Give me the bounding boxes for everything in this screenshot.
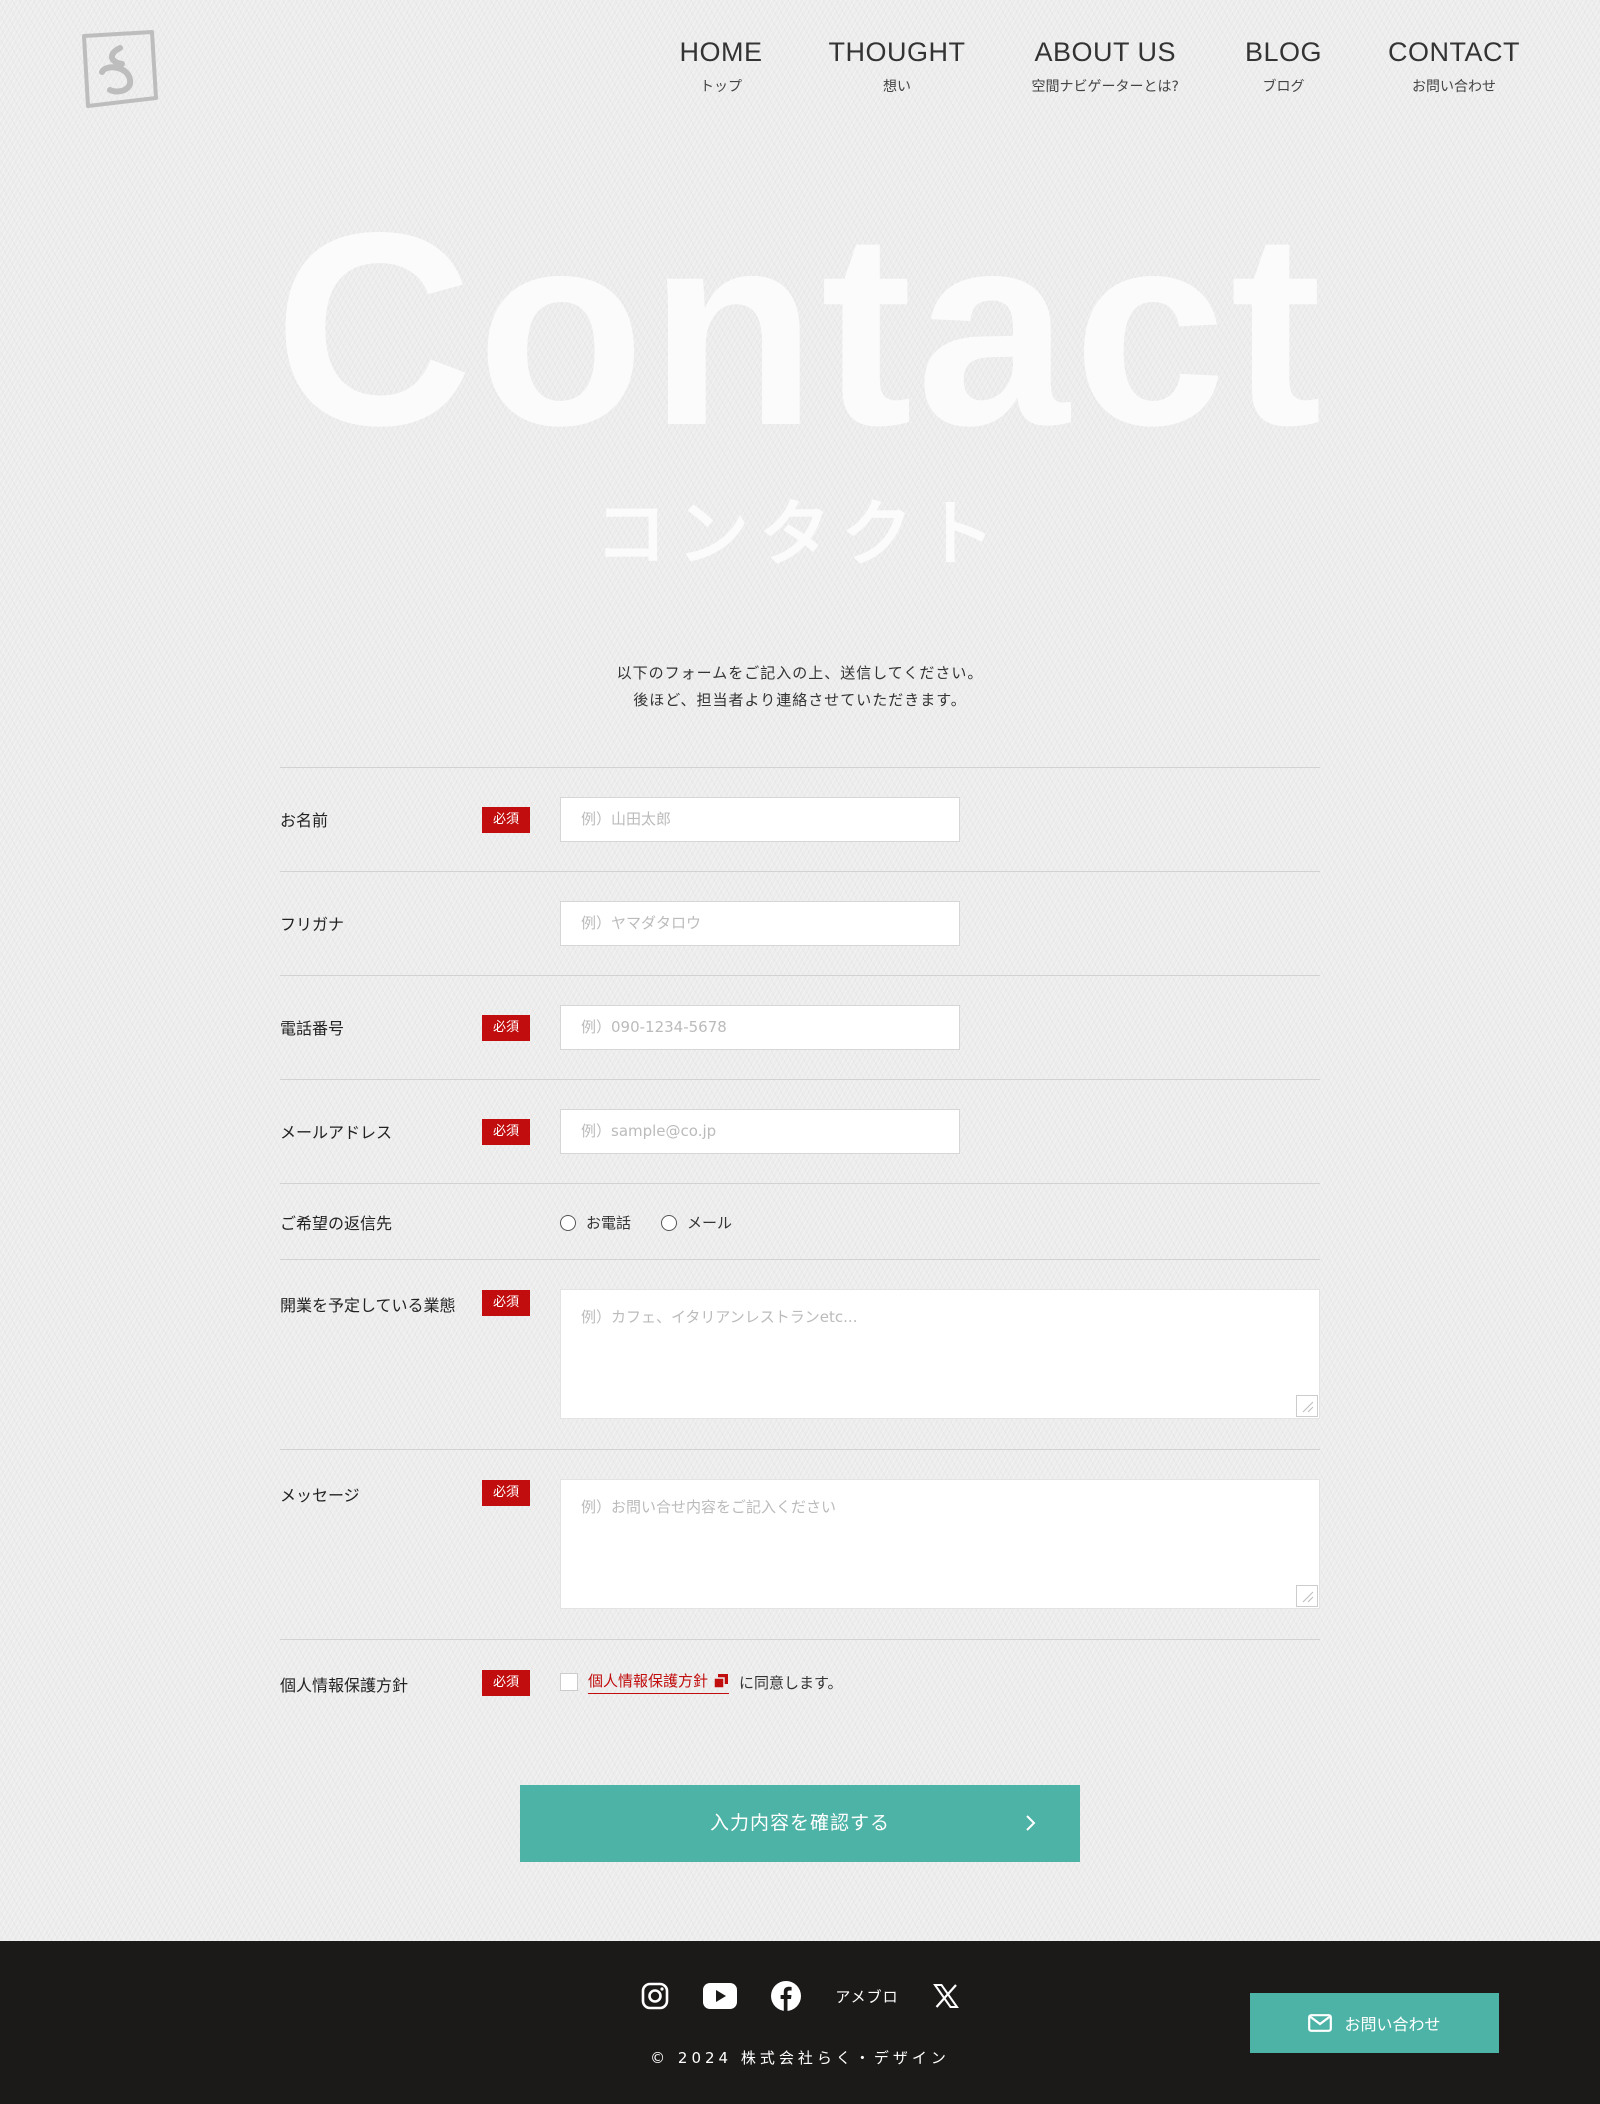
nav-blog-label: BLOG bbox=[1244, 37, 1322, 67]
required-badge: 必須 bbox=[482, 1119, 530, 1145]
main-nav: HOME トップ THOUGHT 想い ABOUT US 空間ナビゲーターとは?… bbox=[680, 36, 1520, 96]
nav-home[interactable]: HOME トップ bbox=[680, 36, 763, 96]
intro-line-1: 以下のフォームをご記入の上、送信してください。 bbox=[616, 664, 984, 682]
reply-option-phone-label: お電話 bbox=[586, 1214, 632, 1232]
reply-label: ご希望の返信先 bbox=[280, 1214, 393, 1233]
message-label: メッセージ bbox=[280, 1486, 360, 1505]
required-badge: 必須 bbox=[482, 1015, 530, 1041]
name-input[interactable]: 例）山田太郎 bbox=[560, 797, 960, 842]
form-row-reply: ご希望の返信先 お電話 メール bbox=[280, 1183, 1320, 1259]
nav-thought-label: THOUGHT bbox=[828, 37, 966, 67]
form-row-furigana: フリガナ 例）ヤマダタロウ bbox=[280, 871, 1320, 975]
email-input[interactable]: 例）sample@co.jp bbox=[560, 1109, 960, 1154]
required-badge: 必須 bbox=[482, 807, 530, 833]
nav-about-label: ABOUT US bbox=[1034, 37, 1177, 67]
business-placeholder: 例）カフェ、イタリアンレストランetc... bbox=[581, 1308, 858, 1326]
form-row-message: メッセージ 必須 例）お問い合せ内容をご記入ください bbox=[280, 1449, 1320, 1639]
confirm-button[interactable]: 入力内容を確認する bbox=[520, 1785, 1080, 1862]
chevron-right-icon bbox=[1026, 1815, 1036, 1831]
name-label: お名前 bbox=[280, 811, 329, 830]
reply-option-email-label: メール bbox=[687, 1214, 733, 1232]
logo[interactable] bbox=[78, 28, 160, 110]
form-row-privacy: 個人情報保護方針 必須 個人情報保護方針 に同意します。 bbox=[280, 1639, 1320, 1725]
privacy-agree-suffix: に同意します。 bbox=[739, 1673, 843, 1692]
reply-option-phone[interactable]: お電話 bbox=[560, 1212, 631, 1233]
required-badge: 必須 bbox=[482, 1290, 530, 1316]
nav-thought-sub: 想い bbox=[883, 79, 912, 95]
radio-circle[interactable] bbox=[560, 1214, 576, 1231]
phone-label: 電話番号 bbox=[280, 1019, 345, 1038]
nav-contact[interactable]: CONTACT お問い合わせ bbox=[1388, 36, 1520, 96]
intro-text: 以下のフォームをご記入の上、送信してください。 後ほど、担当者より連絡させていた… bbox=[0, 660, 1600, 714]
radio-circle[interactable] bbox=[661, 1214, 678, 1231]
privacy-label: 個人情報保護方針 bbox=[280, 1676, 409, 1695]
required-badge: 必須 bbox=[482, 1480, 530, 1506]
phone-input[interactable]: 例）090-1234-5678 bbox=[560, 1005, 960, 1050]
youtube-icon[interactable] bbox=[703, 1983, 738, 2009]
confirm-button-label: 入力内容を確認する bbox=[709, 1812, 890, 1834]
reply-option-email[interactable]: メール bbox=[661, 1212, 732, 1233]
nav-thought[interactable]: THOUGHT 想い bbox=[829, 36, 966, 96]
privacy-policy-link-text: 個人情報保護方針 bbox=[588, 1672, 709, 1690]
nav-about[interactable]: ABOUT US 空間ナビゲーターとは? bbox=[1032, 36, 1179, 96]
form-row-phone: 電話番号 必須 例）090-1234-5678 bbox=[280, 975, 1320, 1079]
nav-contact-sub: お問い合わせ bbox=[1412, 79, 1496, 95]
form-row-name: お名前 必須 例）山田太郎 bbox=[280, 767, 1320, 871]
page-title: Contact bbox=[274, 176, 1326, 483]
footer-contact-button[interactable]: お問い合わせ bbox=[1250, 1993, 1499, 2053]
reply-radio-group: お電話 メール bbox=[560, 1212, 762, 1233]
intro-line-2: 後ほど、担当者より連絡させていただきます。 bbox=[633, 691, 967, 709]
message-placeholder: 例）お問い合せ内容をご記入ください bbox=[581, 1498, 837, 1516]
footer: アメブロ © 2024 株式会社らく・デザイン お問い合わせ bbox=[0, 1941, 1600, 2104]
facebook-icon[interactable] bbox=[771, 1981, 802, 2011]
business-textarea[interactable]: 例）カフェ、イタリアンレストランetc... bbox=[560, 1289, 1320, 1419]
nav-blog-sub: ブログ bbox=[1262, 79, 1305, 95]
page-subtitle: コンタクト bbox=[594, 492, 1005, 576]
privacy-policy-link[interactable]: 個人情報保護方針 bbox=[588, 1670, 730, 1694]
ameblo-link[interactable]: アメブロ bbox=[835, 1986, 898, 2007]
email-label: メールアドレス bbox=[280, 1123, 393, 1142]
nav-contact-label: CONTACT bbox=[1388, 37, 1520, 67]
external-link-icon bbox=[713, 1673, 729, 1689]
privacy-checkbox[interactable] bbox=[560, 1673, 578, 1691]
x-icon[interactable] bbox=[932, 1983, 959, 2009]
business-label: 開業を予定している業態 bbox=[280, 1296, 456, 1315]
form-row-email: メールアドレス 必須 例）sample@co.jp bbox=[280, 1079, 1320, 1183]
furigana-label: フリガナ bbox=[280, 915, 345, 934]
form-row-business: 開業を予定している業態 必須 例）カフェ、イタリアンレストランetc... bbox=[280, 1259, 1320, 1449]
furigana-input[interactable]: 例）ヤマダタロウ bbox=[560, 901, 960, 946]
message-textarea[interactable]: 例）お問い合せ内容をご記入ください bbox=[560, 1479, 1320, 1609]
mail-icon bbox=[1308, 2014, 1333, 2032]
resize-handle-icon[interactable] bbox=[1296, 1395, 1318, 1417]
contact-form: お名前 必須 例）山田太郎 フリガナ 例）ヤマダタロウ 電話番号 必須 例）09… bbox=[280, 767, 1320, 1725]
privacy-agree: 個人情報保護方針 に同意します。 bbox=[560, 1670, 843, 1694]
nav-home-sub: トップ bbox=[700, 79, 743, 95]
instagram-icon[interactable] bbox=[641, 1982, 669, 2010]
nav-home-label: HOME bbox=[679, 37, 763, 67]
required-badge: 必須 bbox=[482, 1670, 530, 1696]
nav-blog[interactable]: BLOG ブログ bbox=[1245, 36, 1322, 96]
footer-contact-label: お問い合わせ bbox=[1344, 2015, 1441, 2034]
nav-about-sub: 空間ナビゲーターとは? bbox=[1031, 79, 1179, 95]
resize-handle-icon[interactable] bbox=[1296, 1585, 1318, 1607]
